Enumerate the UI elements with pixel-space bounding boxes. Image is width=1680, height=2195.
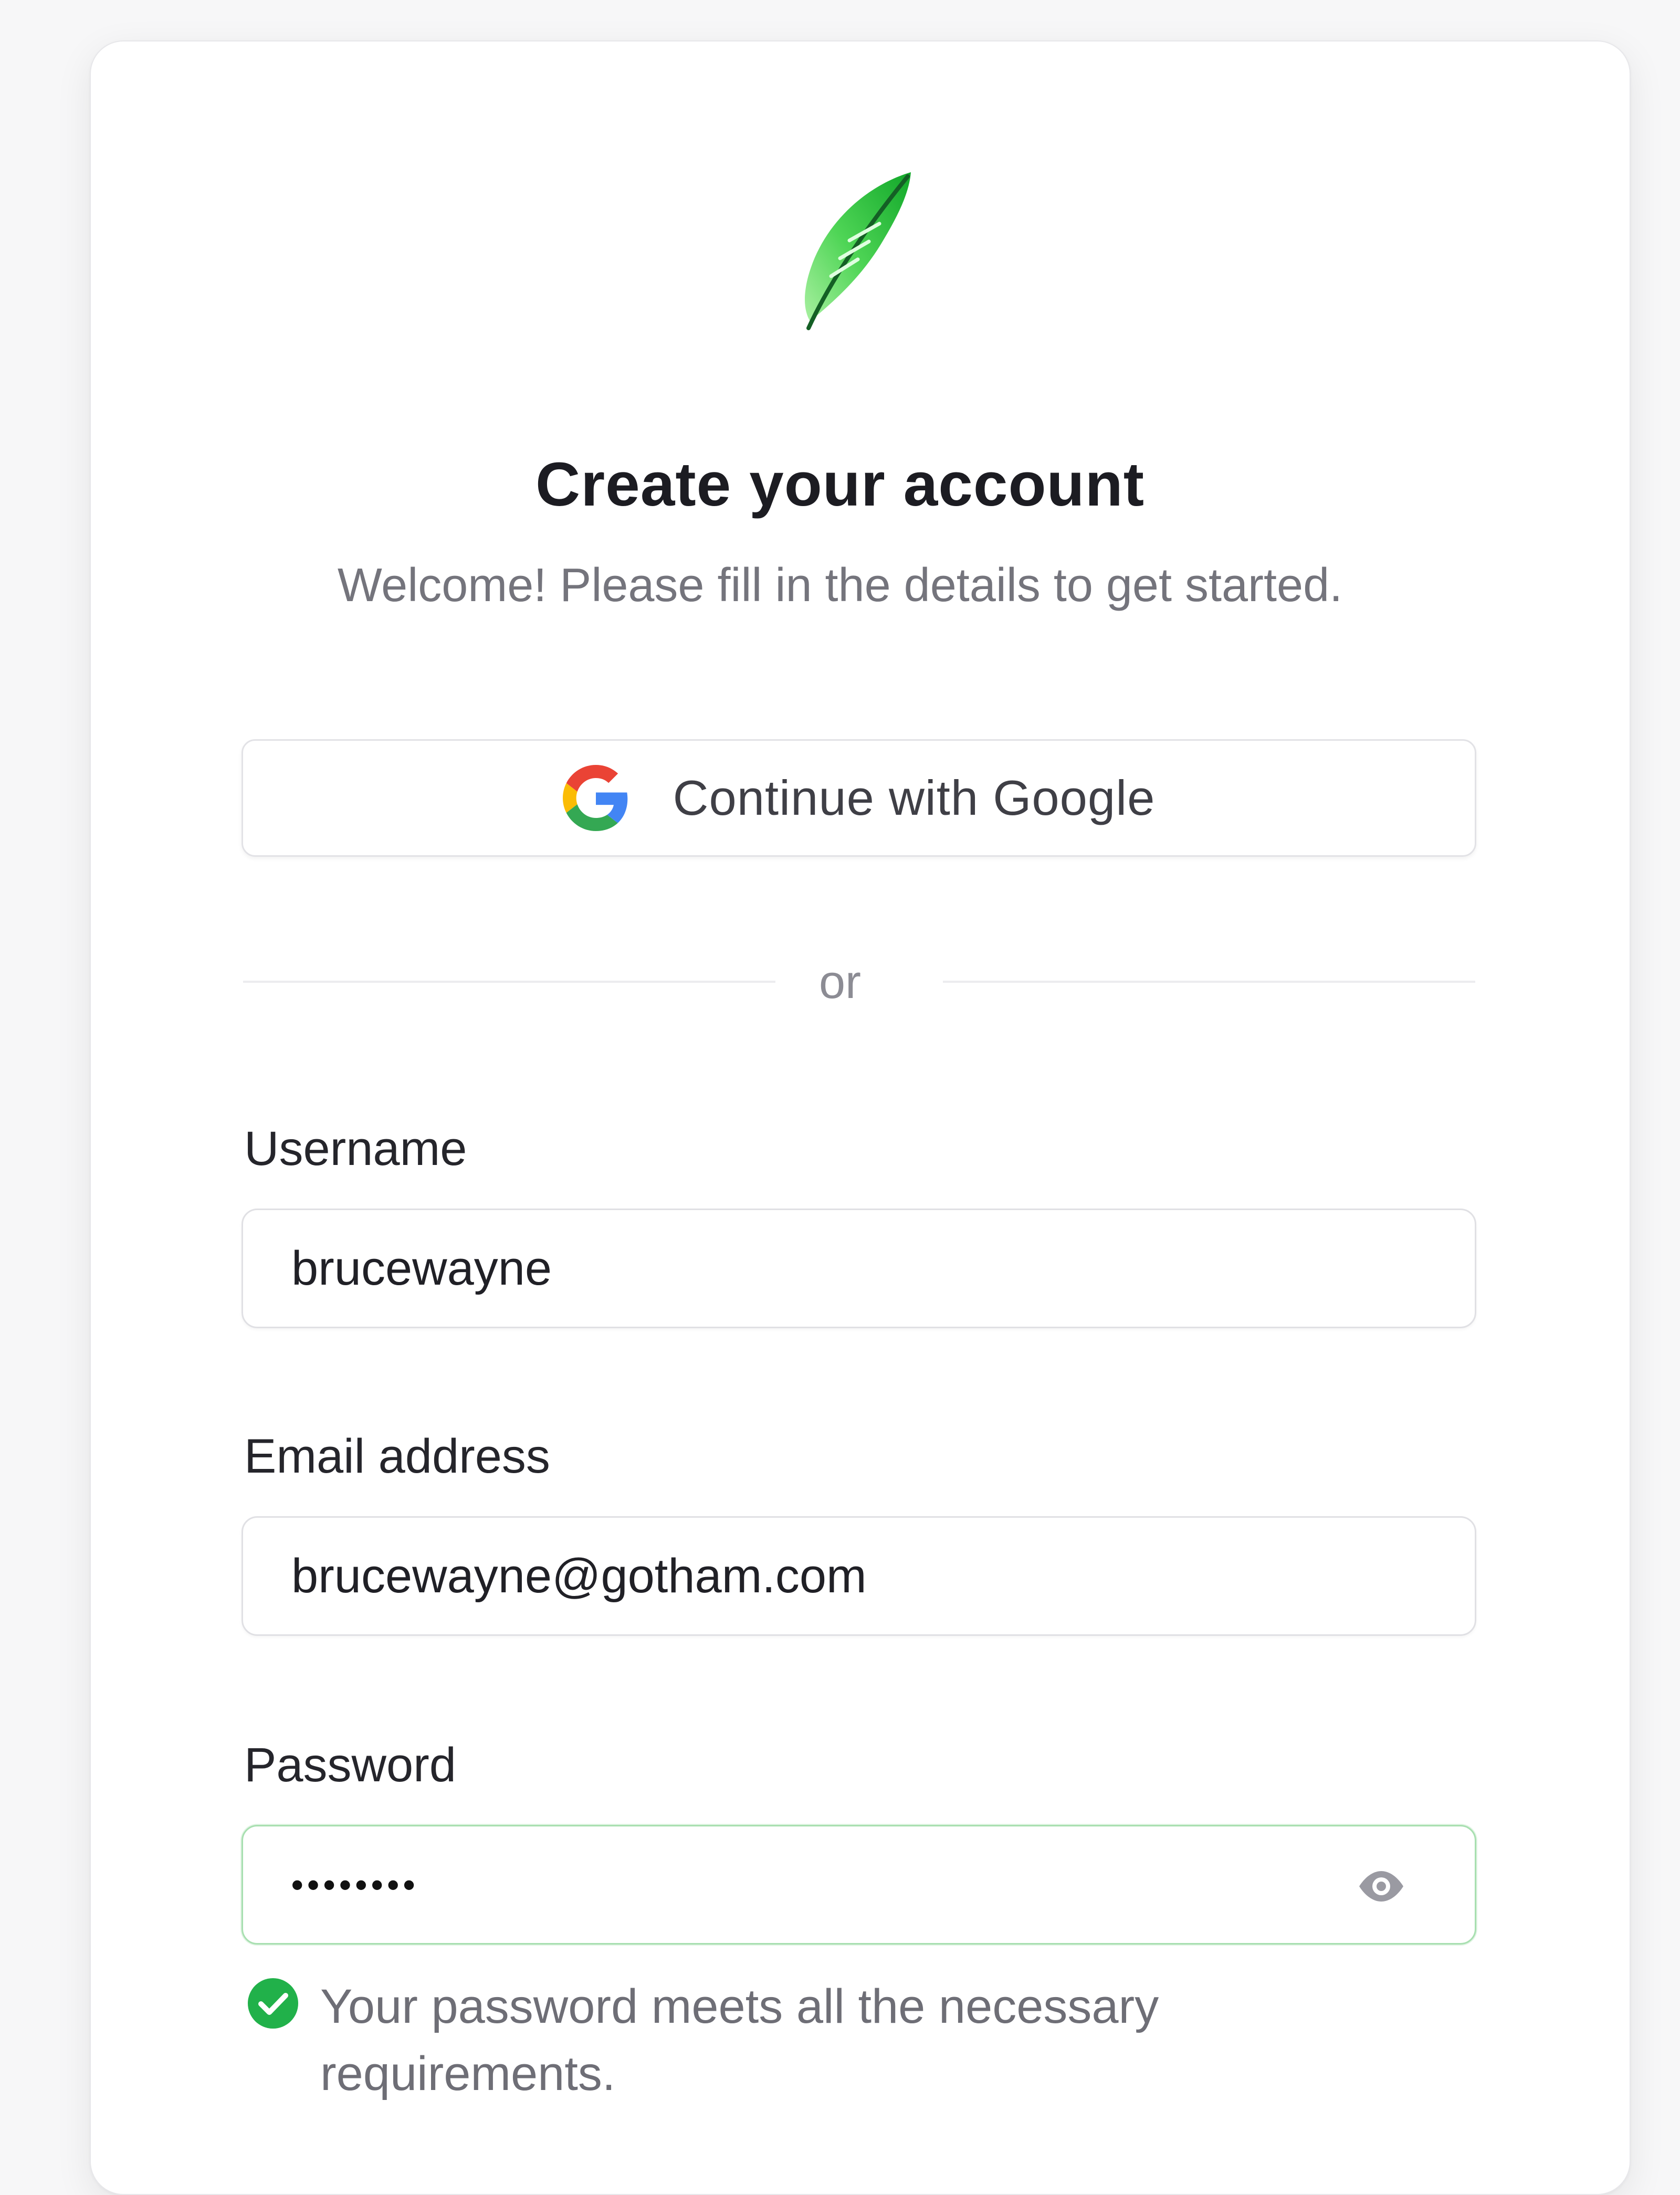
email-label: Email address [244,1430,550,1483]
divider-line-right [943,981,1475,983]
google-signin-label: Continue with Google [673,770,1156,825]
email-input[interactable]: brucewayne@gotham.com [242,1516,1476,1636]
page-title: Create your account [536,450,1144,519]
password-value: •••••••• [291,1866,419,1904]
page-subtitle: Welcome! Please fill in the details to g… [337,559,1343,612]
password-label: Password [244,1738,456,1792]
google-icon [562,765,627,831]
eye-icon[interactable] [1356,1867,1406,1905]
email-value: brucewayne@gotham.com [291,1549,867,1603]
google-signin-button[interactable]: Continue with Google [242,739,1476,857]
username-value: brucewayne [291,1241,552,1295]
password-input[interactable]: •••••••• [242,1825,1476,1945]
password-hint-text: Your password meets all the necessary re… [320,1980,1159,2101]
check-circle-icon [248,1978,298,2029]
username-input[interactable]: brucewayne [242,1209,1476,1328]
password-validation-hint: Your password meets all the necessary re… [247,1973,1454,2107]
feather-icon [804,172,911,330]
username-label: Username [244,1122,467,1175]
